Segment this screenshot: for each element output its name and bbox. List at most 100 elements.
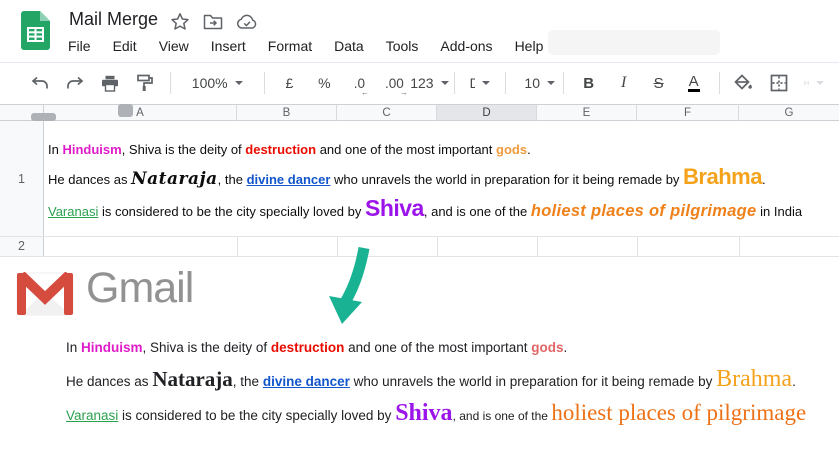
- font-family-select[interactable]: Default (Ari…: [470, 70, 491, 96]
- text-segment: who unravels the world in preparation fo…: [349, 374, 717, 389]
- column-header-e[interactable]: E: [537, 104, 637, 121]
- fill-color-icon: [734, 74, 753, 90]
- text-segment: who unravels the world in preparation fo…: [330, 172, 684, 187]
- merge-cells-button[interactable]: [803, 70, 824, 96]
- gridline: [437, 236, 438, 256]
- text-segment: , and is one of the: [423, 204, 531, 219]
- text-segment: holiest places of pilgrimage: [551, 400, 807, 425]
- text-color-icon: A: [687, 73, 700, 92]
- varanasi-link[interactable]: Varanasi: [66, 408, 118, 423]
- undo-icon: [31, 76, 48, 89]
- gridline: [0, 236, 839, 237]
- sheet-cell-line-2[interactable]: He dances as Nataraja, the divine dancer…: [48, 161, 766, 196]
- column-header-f[interactable]: F: [637, 104, 739, 121]
- menu-item-insert[interactable]: Insert: [211, 38, 246, 54]
- redo-button[interactable]: [65, 70, 85, 96]
- text-segment: in India: [756, 204, 803, 219]
- font-size-select[interactable]: 10: [520, 70, 555, 96]
- gmail-line-2: He dances as Nataraja, the divine dancer…: [66, 362, 796, 399]
- chevron-down-icon: [440, 81, 449, 85]
- menu-item-data[interactable]: Data: [334, 38, 364, 54]
- italic-icon: I: [620, 74, 627, 91]
- menu-item-format[interactable]: Format: [268, 38, 312, 54]
- paint-roller-icon: [137, 74, 153, 91]
- column-header-d[interactable]: D: [437, 104, 537, 121]
- text-segment: is considered to be the city specially l…: [98, 204, 365, 219]
- column-header-c[interactable]: C: [337, 104, 437, 121]
- row-header-2[interactable]: 2: [0, 236, 44, 256]
- text-segment: , Shiva is the deity of: [142, 340, 271, 355]
- decrease-decimal-button[interactable]: .0 ←: [349, 70, 370, 97]
- sheet-cell-line-1[interactable]: In Hinduism, Shiva is the deity of destr…: [48, 139, 531, 161]
- screen-artifact: [118, 104, 133, 117]
- column-header-b[interactable]: B: [237, 104, 337, 121]
- text-segment: Brahma: [716, 366, 793, 392]
- menubar: File Edit View Insert Format Data Tools …: [68, 38, 543, 54]
- text-segment: , the: [232, 374, 263, 389]
- zoom-select[interactable]: 100%: [185, 70, 249, 96]
- app: Mail Merge File Edit View Insert Format …: [0, 0, 839, 458]
- decrease-decimal-icon: .0 ←: [353, 75, 370, 97]
- undo-button[interactable]: [30, 70, 50, 96]
- text-segment: , Shiva is the deity of: [121, 142, 246, 157]
- print-icon: [102, 75, 118, 92]
- paint-format-button[interactable]: [135, 70, 155, 96]
- strikethrough-icon: S: [653, 74, 664, 92]
- font-family-value: Default (Ari…: [469, 75, 476, 91]
- column-header-g[interactable]: G: [739, 104, 839, 121]
- column-header-a[interactable]: A: [44, 104, 237, 121]
- blurred-region: [548, 30, 720, 55]
- print-button[interactable]: [100, 70, 120, 96]
- fill-color-button[interactable]: [734, 70, 754, 96]
- star-icon[interactable]: [170, 12, 190, 32]
- italic-button[interactable]: I: [614, 70, 634, 96]
- text-segment: Nataraja: [131, 169, 218, 189]
- chevron-down-icon: [234, 81, 243, 85]
- borders-button[interactable]: [769, 70, 789, 96]
- text-segment: In: [48, 142, 63, 157]
- chevron-down-icon: [547, 81, 555, 85]
- increase-decimal-button[interactable]: .00 →: [384, 70, 408, 97]
- text-segment: is considered to be the city specially l…: [118, 408, 396, 423]
- text-segment: .: [527, 142, 531, 157]
- text-segment: destruction: [245, 142, 317, 157]
- varanasi-link[interactable]: Varanasi: [48, 204, 98, 219]
- cloud-status-icon[interactable]: [236, 14, 258, 30]
- merge-cells-icon: [803, 81, 809, 85]
- text-segment: .: [761, 172, 766, 187]
- sheet-cell-line-3[interactable]: Varanasi is considered to be the city sp…: [48, 192, 802, 228]
- divine-dancer-link[interactable]: divine dancer: [263, 374, 350, 389]
- strikethrough-button[interactable]: S: [649, 70, 669, 96]
- format-percent-button[interactable]: %: [314, 70, 334, 96]
- format-currency-button[interactable]: £: [279, 70, 299, 96]
- divine-dancer-link[interactable]: divine dancer: [247, 172, 331, 187]
- sheets-logo-icon[interactable]: [21, 11, 50, 50]
- menu-item-file[interactable]: File: [68, 38, 91, 54]
- menu-item-help[interactable]: Help: [515, 38, 544, 54]
- menu-item-tools[interactable]: Tools: [386, 38, 419, 54]
- menu-item-edit[interactable]: Edit: [113, 38, 137, 54]
- gmail-line-1: In Hinduism, Shiva is the deity of destr…: [66, 336, 567, 359]
- move-folder-icon[interactable]: [203, 14, 223, 30]
- gridline: [537, 236, 538, 256]
- chevron-down-icon: [482, 81, 491, 85]
- bold-button[interactable]: B: [579, 70, 599, 96]
- text-color-button[interactable]: A: [684, 70, 704, 96]
- document-title[interactable]: Mail Merge: [69, 9, 158, 30]
- text-segment: Hinduism: [62, 142, 122, 157]
- toolbar: 100% £ % .0 ← .00 → 123 Defaul: [0, 62, 839, 103]
- currency-icon: £: [285, 75, 294, 91]
- more-formats-label: 123: [410, 75, 434, 91]
- borders-icon: [770, 74, 788, 92]
- increase-decimal-icon: .00 →: [385, 75, 408, 97]
- font-size-value: 10: [524, 75, 540, 91]
- menu-item-view[interactable]: View: [159, 38, 189, 54]
- text-segment: and one of the most important: [344, 340, 532, 355]
- menu-item-addons[interactable]: Add-ons: [440, 38, 492, 54]
- text-segment: and one of the most important: [316, 142, 497, 157]
- row-header-1[interactable]: 1: [0, 121, 44, 236]
- more-formats-button[interactable]: 123: [410, 70, 449, 96]
- gridline: [0, 256, 839, 257]
- text-segment: Brahma: [683, 164, 762, 189]
- text-segment: .: [792, 374, 796, 389]
